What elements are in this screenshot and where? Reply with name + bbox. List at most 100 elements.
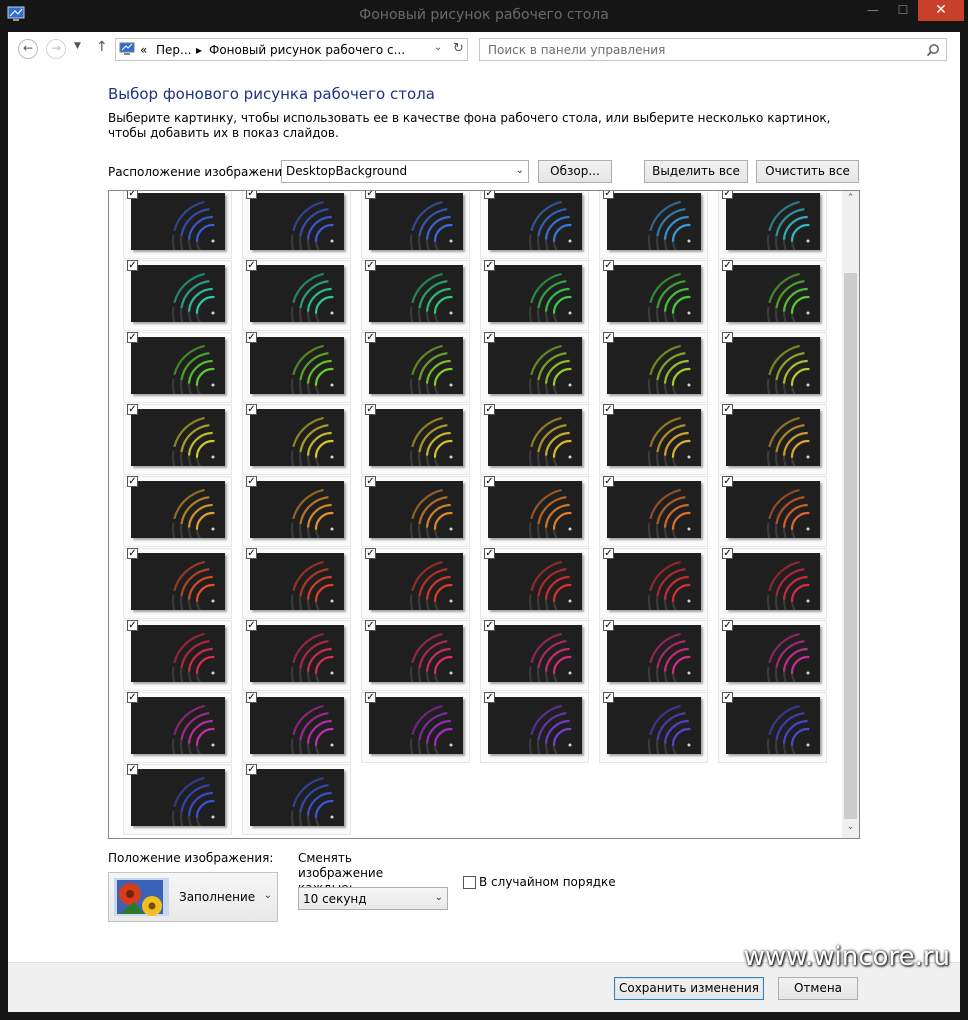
scroll-up-button[interactable]: ⌃ bbox=[842, 193, 859, 207]
wallpaper-thumbnail[interactable] bbox=[607, 265, 701, 322]
wallpaper-thumbnail[interactable] bbox=[726, 697, 820, 754]
wallpaper-thumbnail[interactable] bbox=[131, 553, 225, 610]
wallpaper-thumbnail[interactable] bbox=[488, 409, 582, 466]
wallpaper-thumbnail[interactable] bbox=[250, 265, 344, 322]
wallpaper-thumbnail[interactable] bbox=[131, 265, 225, 322]
wallpaper-checkbox[interactable]: ✓ bbox=[603, 692, 614, 703]
wallpaper-tile[interactable]: ✓ bbox=[599, 260, 708, 331]
wallpaper-thumbnail[interactable] bbox=[607, 697, 701, 754]
minimize-button[interactable]: — bbox=[859, 0, 887, 21]
wallpaper-thumbnail[interactable] bbox=[607, 409, 701, 466]
shuffle-checkbox[interactable] bbox=[463, 876, 476, 889]
wallpaper-checkbox[interactable]: ✓ bbox=[484, 548, 495, 559]
maximize-button[interactable]: ☐ bbox=[889, 0, 917, 21]
wallpaper-tile[interactable]: ✓ bbox=[599, 692, 708, 763]
wallpaper-tile[interactable]: ✓ bbox=[123, 404, 232, 475]
wallpaper-thumbnail[interactable] bbox=[369, 337, 463, 394]
wallpaper-thumbnail[interactable] bbox=[607, 481, 701, 538]
wallpaper-checkbox[interactable]: ✓ bbox=[246, 332, 257, 343]
clear-all-button[interactable]: Очистить все bbox=[756, 160, 859, 183]
wallpaper-checkbox[interactable]: ✓ bbox=[722, 332, 733, 343]
scroll-down-button[interactable]: ⌄ bbox=[842, 822, 859, 836]
wallpaper-checkbox[interactable]: ✓ bbox=[246, 476, 257, 487]
search-icon[interactable] bbox=[926, 43, 940, 57]
wallpaper-checkbox[interactable]: ✓ bbox=[484, 260, 495, 271]
shuffle-label[interactable]: В случайном порядке bbox=[479, 875, 616, 889]
wallpaper-tile[interactable]: ✓ bbox=[123, 620, 232, 691]
wallpaper-tile[interactable]: ✓ bbox=[480, 548, 589, 619]
wallpaper-thumbnail[interactable] bbox=[726, 481, 820, 538]
wallpaper-tile[interactable]: ✓ bbox=[242, 620, 351, 691]
wallpaper-checkbox[interactable]: ✓ bbox=[484, 404, 495, 415]
wallpaper-thumbnail[interactable] bbox=[488, 697, 582, 754]
wallpaper-thumbnail[interactable] bbox=[369, 553, 463, 610]
wallpaper-checkbox[interactable]: ✓ bbox=[603, 191, 614, 199]
wallpaper-checkbox[interactable]: ✓ bbox=[603, 620, 614, 631]
wallpaper-thumbnail[interactable] bbox=[131, 193, 225, 250]
wallpaper-checkbox[interactable]: ✓ bbox=[365, 332, 376, 343]
wallpaper-thumbnail[interactable] bbox=[726, 193, 820, 250]
wallpaper-thumbnail[interactable] bbox=[488, 265, 582, 322]
wallpaper-thumbnail[interactable] bbox=[488, 625, 582, 682]
wallpaper-thumbnail[interactable] bbox=[488, 553, 582, 610]
wallpaper-thumbnail[interactable] bbox=[607, 625, 701, 682]
wallpaper-checkbox[interactable]: ✓ bbox=[127, 764, 138, 775]
wallpaper-tile[interactable]: ✓ bbox=[123, 260, 232, 331]
wallpaper-tile[interactable]: ✓ bbox=[361, 692, 470, 763]
interval-select[interactable]: 10 секунд ⌄ bbox=[298, 887, 448, 910]
wallpaper-tile[interactable]: ✓ bbox=[242, 332, 351, 403]
wallpaper-thumbnail[interactable] bbox=[726, 409, 820, 466]
wallpaper-checkbox[interactable]: ✓ bbox=[603, 260, 614, 271]
breadcrumb-desktop-background[interactable]: Фоновый рисунок рабочего с... bbox=[209, 43, 405, 57]
wallpaper-tile[interactable]: ✓ bbox=[599, 332, 708, 403]
wallpaper-tile[interactable]: ✓ bbox=[361, 260, 470, 331]
scroll-thumb[interactable] bbox=[844, 273, 857, 819]
wallpaper-thumbnail[interactable] bbox=[726, 337, 820, 394]
wallpaper-thumbnail[interactable] bbox=[250, 409, 344, 466]
wallpaper-thumbnail[interactable] bbox=[726, 625, 820, 682]
wallpaper-tile[interactable]: ✓ bbox=[718, 332, 827, 403]
wallpaper-thumbnail[interactable] bbox=[607, 553, 701, 610]
wallpaper-checkbox[interactable]: ✓ bbox=[484, 692, 495, 703]
wallpaper-checkbox[interactable]: ✓ bbox=[365, 692, 376, 703]
cancel-button[interactable]: Отмена bbox=[778, 977, 858, 1000]
wallpaper-thumbnail[interactable] bbox=[250, 697, 344, 754]
wallpaper-thumbnail[interactable] bbox=[369, 625, 463, 682]
wallpaper-checkbox[interactable]: ✓ bbox=[127, 476, 138, 487]
wallpaper-tile[interactable]: ✓ bbox=[480, 476, 589, 547]
wallpaper-tile[interactable]: ✓ bbox=[599, 404, 708, 475]
wallpaper-checkbox[interactable]: ✓ bbox=[127, 332, 138, 343]
wallpaper-thumbnail[interactable] bbox=[131, 625, 225, 682]
wallpaper-tile[interactable]: ✓ bbox=[599, 476, 708, 547]
wallpaper-checkbox[interactable]: ✓ bbox=[365, 476, 376, 487]
wallpaper-thumbnail[interactable] bbox=[369, 193, 463, 250]
wallpaper-thumbnail[interactable] bbox=[607, 193, 701, 250]
wallpaper-checkbox[interactable]: ✓ bbox=[246, 404, 257, 415]
breadcrumb-overflow[interactable]: « bbox=[140, 43, 147, 57]
wallpaper-tile[interactable]: ✓ bbox=[361, 476, 470, 547]
wallpaper-checkbox[interactable]: ✓ bbox=[722, 548, 733, 559]
wallpaper-tile[interactable]: ✓ bbox=[123, 548, 232, 619]
wallpaper-checkbox[interactable]: ✓ bbox=[603, 476, 614, 487]
wallpaper-tile[interactable]: ✓ bbox=[480, 260, 589, 331]
wallpaper-tile[interactable]: ✓ bbox=[718, 191, 827, 259]
wallpaper-tile[interactable]: ✓ bbox=[361, 548, 470, 619]
wallpaper-checkbox[interactable]: ✓ bbox=[722, 260, 733, 271]
wallpaper-checkbox[interactable]: ✓ bbox=[603, 332, 614, 343]
location-select[interactable]: DesktopBackground ⌄ bbox=[281, 160, 529, 183]
wallpaper-checkbox[interactable]: ✓ bbox=[127, 692, 138, 703]
wallpaper-tile[interactable]: ✓ bbox=[480, 620, 589, 691]
wallpaper-tile[interactable]: ✓ bbox=[123, 191, 232, 259]
close-button[interactable]: ✕ bbox=[918, 0, 964, 21]
wallpaper-tile[interactable]: ✓ bbox=[123, 692, 232, 763]
wallpaper-checkbox[interactable]: ✓ bbox=[365, 191, 376, 199]
wallpaper-checkbox[interactable]: ✓ bbox=[722, 692, 733, 703]
wallpaper-checkbox[interactable]: ✓ bbox=[127, 548, 138, 559]
wallpaper-thumbnail[interactable] bbox=[369, 697, 463, 754]
wallpaper-thumbnail[interactable] bbox=[488, 481, 582, 538]
wallpaper-tile[interactable]: ✓ bbox=[123, 476, 232, 547]
wallpaper-checkbox[interactable]: ✓ bbox=[484, 476, 495, 487]
wallpaper-checkbox[interactable]: ✓ bbox=[365, 548, 376, 559]
browse-button[interactable]: Обзор... bbox=[538, 160, 612, 183]
wallpaper-checkbox[interactable]: ✓ bbox=[484, 620, 495, 631]
